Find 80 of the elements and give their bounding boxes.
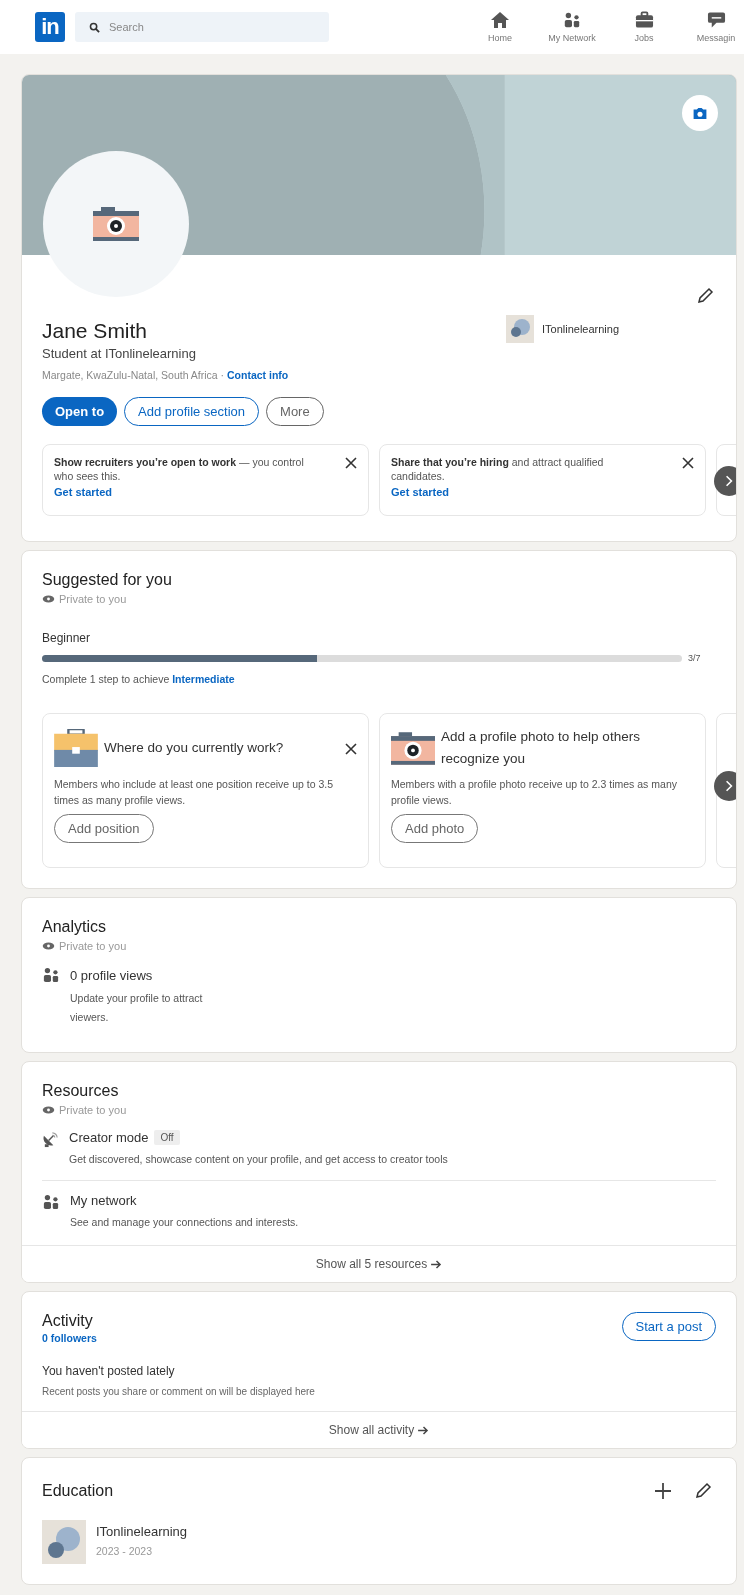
people-icon [42,1194,60,1210]
company-name[interactable]: ITonlinelearning [542,323,620,335]
progress-reading: 3/7 [688,653,701,663]
resource-description: Get discovered, showcase content on your profile, and get access to creator tools [69,1152,448,1167]
privacy-note: Private to you [59,940,127,952]
section-title: Education [42,1482,114,1500]
next-button[interactable] [714,771,736,801]
intermediate-link[interactable]: Intermediate [172,673,235,685]
eye-icon [42,942,55,950]
satellite-dish-icon [42,1131,59,1148]
start-post-button[interactable]: Start a post [621,1312,716,1341]
section-title: Activity [42,1312,94,1330]
next-button[interactable] [714,466,736,496]
empty-state-description: Recent posts you share or comment on will be displayed here [42,1386,316,1397]
close-icon[interactable] [345,457,357,469]
resource-link[interactable]: Creator mode [69,1130,149,1145]
privacy-note: Private to you [59,1104,127,1116]
suggestion-description: Members with a profile photo receive up to 2.3 times as many profile views. [391,777,678,808]
camera-icon [692,106,708,120]
nav-item[interactable]: Jobs [608,11,680,43]
followers-link[interactable]: 0 followers [42,1332,97,1344]
profile-name: Jane Smith [42,319,149,343]
school-logo [42,1520,86,1564]
camera-icon [391,731,435,765]
suggestion-title: Add a profile photo to help others recognize you [441,728,641,768]
logo[interactable]: in [35,12,65,42]
eye-icon [42,1106,55,1114]
briefcase-icon [634,11,654,29]
profile-location: Margate, KwaZulu-Natal, South Africa · [42,369,225,381]
section-title: Suggested for you [42,571,173,589]
search-field[interactable]: Search [75,12,329,42]
nav-item[interactable]: My Network [536,11,608,43]
section-title: Analytics [42,918,108,936]
profile-action-button[interactable]: Add profile section [124,397,260,426]
profile-headline: Student at ITonlinelearning [42,346,197,361]
nav-item[interactable]: Home [464,11,536,43]
edit-icon[interactable] [696,287,714,305]
close-icon[interactable] [682,457,694,469]
education-dates: 2023 - 2023 [96,1545,154,1557]
privacy-note: Private to you [59,593,127,605]
company-logo [506,315,534,343]
school-name: ITonlinelearning [96,1524,188,1539]
prompt-text: Share that you’re hiring and attract qualified candidates. [391,455,605,483]
analytics-description: Update your profile to attract viewers. [70,991,204,1025]
level-label: Beginner [42,631,92,645]
briefcase-icon [54,729,98,767]
profile-action-button[interactable]: Open to [42,397,118,426]
empty-state-title: You haven't posted lately [42,1364,176,1378]
people-icon [563,11,581,29]
people-icon [42,967,60,983]
eye-icon [42,595,55,603]
suggestion-button[interactable]: Add position [54,814,154,843]
progress-hint: Complete 1 step to achieve Intermediate [42,673,236,685]
profile-action-button[interactable]: More [266,397,324,426]
edit-icon[interactable] [694,1482,712,1500]
show-all-resources-button[interactable]: Show all 5 resources [22,1245,736,1282]
analytics-link[interactable]: 0 profile views [70,968,153,983]
resource-link[interactable]: My network [70,1193,137,1208]
contact-info-link[interactable]: Contact info [227,369,289,381]
suggestion-title: Where do you currently work? [104,739,285,757]
status-badge: Off [154,1130,180,1145]
add-icon[interactable] [654,1482,672,1500]
show-all-activity-button[interactable]: Show all activity [22,1411,736,1448]
suggestion-description: Members who include at least one position receive up to 3.5 times as many profile views. [54,777,334,808]
chevron-icon [725,475,733,487]
suggestion-button[interactable]: Add photo [391,814,479,843]
home-icon [490,11,510,29]
close-icon[interactable] [345,743,357,755]
get-started-link[interactable]: Get started [391,486,694,498]
search-icon [89,22,100,33]
chevron-icon [725,780,733,792]
camera-icon [93,207,139,241]
resource-description: See and manage your connections and interests. [70,1215,299,1230]
arrow-icon [431,1259,443,1269]
chat-icon [706,11,726,29]
get-started-link[interactable]: Get started [54,486,357,498]
arrow-icon [418,1425,430,1435]
prompt-text: Show recruiters you’re open to work — you control who sees this. [54,455,304,483]
section-title: Resources [42,1082,120,1100]
nav-item[interactable]: Messagin [680,11,744,43]
